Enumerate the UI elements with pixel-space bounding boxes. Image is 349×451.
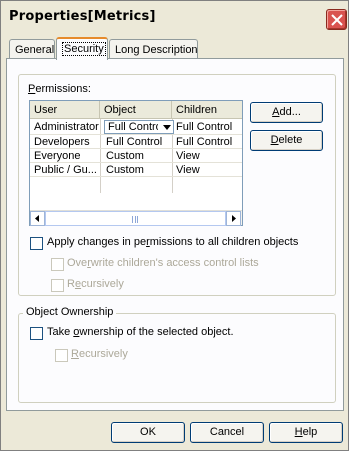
tab-long-description[interactable]: Long Description bbox=[109, 39, 198, 59]
object-cell: Custom bbox=[106, 150, 144, 162]
column-header-children[interactable]: Children bbox=[172, 101, 242, 118]
ownership-recursively-checkbox[interactable] bbox=[55, 349, 68, 362]
recursively-label: Recursively bbox=[67, 278, 124, 290]
permissions-list[interactable]: User Object Children Administrator Full … bbox=[29, 100, 243, 226]
user-cell: Everyone bbox=[34, 150, 81, 162]
properties-dialog: Properties[Metrics] General Security Lon… bbox=[0, 0, 349, 451]
user-cell: Developers bbox=[34, 136, 90, 148]
apply-changes-label: Apply changes in permissions to all chil… bbox=[47, 236, 299, 248]
table-row[interactable]: Public / Gu... Custom View bbox=[30, 163, 242, 177]
dropdown-arrow-icon bbox=[163, 125, 171, 130]
recursively-checkbox[interactable] bbox=[51, 279, 64, 292]
object-cell: Custom bbox=[106, 164, 144, 176]
table-row[interactable]: Developers Full Control Full Control bbox=[30, 135, 242, 149]
children-cell: View bbox=[176, 164, 200, 176]
children-cell: View bbox=[176, 150, 200, 162]
close-button[interactable] bbox=[326, 9, 347, 30]
column-header-object[interactable]: Object bbox=[100, 101, 172, 118]
title-bar: Properties[Metrics] bbox=[2, 2, 347, 32]
take-ownership-label: Take ownership of the selected object. bbox=[47, 326, 234, 338]
help-button[interactable]: Help bbox=[269, 422, 343, 443]
children-cell: Full Control bbox=[176, 121, 233, 133]
delete-button[interactable]: Delete bbox=[250, 130, 323, 151]
overwrite-acl-label: Overwrite children's access control list… bbox=[67, 257, 259, 269]
ok-button[interactable]: OK bbox=[111, 422, 185, 443]
tab-security[interactable]: Security bbox=[56, 37, 108, 60]
tab-general[interactable]: General bbox=[9, 39, 55, 59]
window-title: Properties[Metrics] bbox=[9, 9, 156, 24]
apply-changes-checkbox[interactable] bbox=[30, 237, 43, 250]
horizontal-scrollbar[interactable] bbox=[30, 210, 242, 226]
table-row[interactable]: Administrator Full Contro Full Control bbox=[30, 120, 242, 134]
cancel-button[interactable]: Cancel bbox=[190, 422, 264, 443]
children-cell: Full Control bbox=[176, 136, 233, 148]
object-cell: Full Control bbox=[106, 136, 163, 148]
scroll-right-button[interactable] bbox=[226, 211, 241, 226]
object-permission-value: Full Contro bbox=[108, 121, 158, 133]
scroll-thumb[interactable] bbox=[45, 211, 226, 226]
add-button[interactable]: Add... bbox=[250, 102, 323, 123]
list-header: User Object Children bbox=[30, 101, 242, 119]
object-permission-dropdown[interactable]: Full Contro bbox=[104, 120, 174, 134]
permissions-label: Permissions: bbox=[28, 83, 91, 95]
ownership-recursively-label: Recursively bbox=[71, 348, 128, 360]
scroll-grip bbox=[132, 216, 138, 223]
close-icon bbox=[331, 14, 343, 26]
column-header-user[interactable]: User bbox=[30, 101, 100, 118]
table-row[interactable]: Everyone Custom View bbox=[30, 149, 242, 163]
scroll-left-button[interactable] bbox=[30, 211, 45, 226]
scroll-left-icon bbox=[35, 215, 39, 222]
overwrite-acl-checkbox[interactable] bbox=[51, 258, 64, 271]
take-ownership-checkbox[interactable] bbox=[30, 327, 43, 340]
user-cell: Public / Gu... bbox=[34, 164, 97, 176]
user-cell: Administrator bbox=[34, 121, 99, 133]
object-ownership-legend: Object Ownership bbox=[23, 306, 117, 318]
scroll-right-icon bbox=[232, 215, 236, 222]
